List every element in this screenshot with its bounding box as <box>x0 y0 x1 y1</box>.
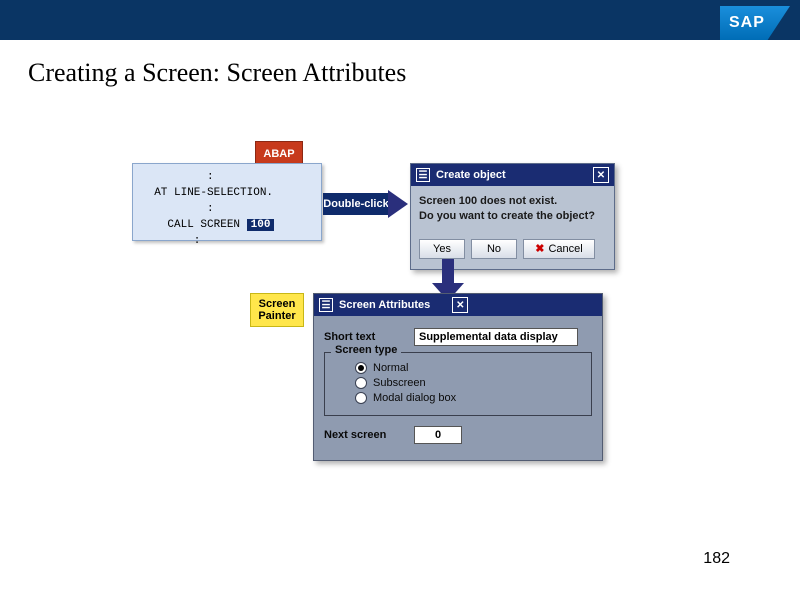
radio-icon <box>355 362 367 374</box>
cancel-button[interactable]: ✖ Cancel <box>523 239 595 259</box>
sap-logo-text: SAP <box>729 14 765 32</box>
menu-icon[interactable]: ☰ <box>416 168 430 182</box>
diagram-canvas: ABAP : AT LINE-SELECTION. : CALL SCREEN … <box>120 135 680 485</box>
create-object-dialog: ☰ Create object ✕ Screen 100 does not ex… <box>410 163 615 270</box>
short-text-label: Short text <box>324 331 404 343</box>
code-line: : <box>141 235 200 247</box>
next-screen-input[interactable] <box>414 426 462 444</box>
attr-dialog-titlebar: ☰ Screen Attributes ✕ <box>314 294 602 316</box>
screen-attributes-dialog: ☰ Screen Attributes ✕ Short text Screen … <box>313 293 603 461</box>
radio-modal[interactable]: Modal dialog box <box>355 392 581 404</box>
sp-tag-line2: Painter <box>258 310 295 322</box>
double-click-label: Double-click <box>323 193 389 215</box>
no-button[interactable]: No <box>471 239 517 259</box>
dialog-msg2: Do you want to create the object? <box>419 209 606 224</box>
code-line: : <box>141 203 214 215</box>
code-line: AT LINE-SELECTION. <box>141 187 273 199</box>
abap-code-box: : AT LINE-SELECTION. : CALL SCREEN 100 : <box>132 163 322 241</box>
arrow-down-icon <box>442 259 454 285</box>
menu-icon[interactable]: ☰ <box>319 298 333 312</box>
close-icon[interactable]: ✕ <box>593 167 609 183</box>
radio-label: Modal dialog box <box>373 392 456 404</box>
radio-icon <box>355 377 367 389</box>
page-title: Creating a Screen: Screen Attributes <box>28 58 800 88</box>
close-icon[interactable]: ✕ <box>452 297 468 313</box>
code-line: CALL SCREEN <box>141 219 247 231</box>
next-screen-label: Next screen <box>324 429 404 441</box>
arrow-right-icon <box>388 190 408 218</box>
code-line: : <box>141 171 214 183</box>
dialog-msg1: Screen 100 does not exist. <box>419 194 606 209</box>
attr-dialog-body: Short text Screen type Normal Subscreen … <box>314 316 602 460</box>
group-title: Screen type <box>331 344 401 356</box>
dialog-title: Create object <box>436 169 506 181</box>
screen-number: 100 <box>247 219 275 231</box>
screen-painter-tag: Screen Painter <box>250 293 304 327</box>
radio-subscreen[interactable]: Subscreen <box>355 377 581 389</box>
attr-dialog-title: Screen Attributes <box>339 299 430 311</box>
radio-label: Subscreen <box>373 377 426 389</box>
dialog-body: Screen 100 does not exist. Do you want t… <box>411 186 614 233</box>
cancel-x-icon: ✖ <box>535 242 544 255</box>
screen-type-group: Screen type Normal Subscreen Modal dialo… <box>324 352 592 416</box>
dialog-titlebar: ☰ Create object ✕ <box>411 164 614 186</box>
yes-button[interactable]: Yes <box>419 239 465 259</box>
radio-label: Normal <box>373 362 408 374</box>
header-bar: SAP <box>0 0 800 40</box>
radio-normal[interactable]: Normal <box>355 362 581 374</box>
sap-logo: SAP <box>720 6 790 40</box>
page-number: 182 <box>703 550 730 568</box>
cancel-label: Cancel <box>548 243 582 255</box>
sp-tag-line1: Screen <box>258 298 295 310</box>
short-text-input[interactable] <box>414 328 578 346</box>
radio-icon <box>355 392 367 404</box>
